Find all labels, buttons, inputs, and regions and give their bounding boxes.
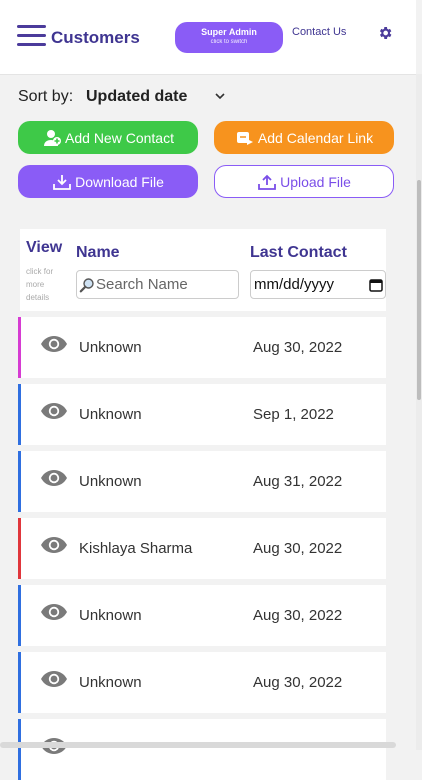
- vertical-scrollbar[interactable]: [416, 74, 422, 750]
- horizontal-scrollbar[interactable]: [0, 742, 396, 748]
- add-user-icon: [44, 129, 62, 146]
- column-header-last-contact[interactable]: Last Contact: [250, 244, 347, 262]
- search-name-input[interactable]: [95, 276, 236, 293]
- upload-file-button[interactable]: Upload File: [214, 165, 394, 198]
- view-details-eye-icon[interactable]: [40, 603, 68, 621]
- column-header-view: View: [26, 239, 63, 256]
- last-contact-date: Aug 30, 2022: [253, 540, 343, 557]
- column-header-name[interactable]: Name: [76, 244, 120, 262]
- hamburger-menu-icon[interactable]: [17, 25, 46, 47]
- search-name-field[interactable]: [76, 270, 239, 299]
- view-details-eye-icon[interactable]: [40, 536, 68, 554]
- view-details-eye-icon[interactable]: [40, 469, 68, 487]
- table-row[interactable]: Unknown Aug 31, 2022: [18, 451, 386, 512]
- customer-name: Unknown: [79, 339, 142, 356]
- table-row[interactable]: Unknown Sep 1, 2022: [18, 384, 386, 445]
- last-contact-date-filter[interactable]: mm/dd/yyyy: [250, 270, 386, 299]
- sort-label: Sort by:: [18, 88, 74, 105]
- customer-name: Unknown: [79, 406, 142, 423]
- date-filter-placeholder: mm/dd/yyyy: [254, 276, 335, 293]
- customer-name: Unknown: [79, 674, 142, 691]
- chevron-down-icon[interactable]: [214, 91, 226, 101]
- upload-icon: [258, 174, 276, 190]
- add-new-contact-label: Add New Contact: [65, 129, 174, 146]
- last-contact-date: Aug 30, 2022: [253, 674, 343, 691]
- customer-name: Unknown: [79, 473, 142, 490]
- view-details-eye-icon[interactable]: [40, 402, 68, 420]
- download-icon: [53, 174, 72, 190]
- gear-icon[interactable]: [377, 25, 393, 41]
- table-header: View click for more details Name Last Co…: [20, 229, 386, 311]
- vertical-scroll-thumb[interactable]: [417, 180, 421, 400]
- view-details-eye-icon[interactable]: [40, 670, 68, 688]
- add-calendar-link-label: Add Calendar Link: [257, 129, 374, 146]
- view-details-eye-icon[interactable]: [40, 335, 68, 353]
- role-hint: click to switch: [210, 39, 248, 45]
- sort-dropdown[interactable]: Updated date: [86, 88, 187, 106]
- role-label: Super Admin: [201, 27, 257, 37]
- table-row[interactable]: Unknown Aug 30, 2022: [18, 585, 386, 646]
- search-icon: [79, 277, 94, 292]
- calendar-icon[interactable]: [369, 278, 383, 292]
- last-contact-date: Aug 30, 2022: [253, 339, 343, 356]
- add-calendar-link-button[interactable]: Add Calendar Link: [214, 121, 394, 154]
- last-contact-date: Sep 1, 2022: [253, 406, 334, 423]
- customer-name: Unknown: [79, 607, 142, 624]
- top-header: Customers Super Admin click to switch Co…: [0, 0, 416, 75]
- last-contact-date: Aug 31, 2022: [253, 473, 343, 490]
- table-row[interactable]: Unknown Aug 30, 2022: [18, 317, 386, 378]
- add-new-contact-button[interactable]: Add New Contact: [18, 121, 198, 154]
- page-title: Customers: [51, 28, 140, 47]
- download-file-label: Download File: [75, 173, 164, 190]
- role-switch-button[interactable]: Super Admin click to switch: [175, 22, 283, 53]
- table-row[interactable]: Kishlaya Sharma Aug 30, 2022: [18, 518, 386, 579]
- contact-us-link[interactable]: Contact Us: [292, 26, 346, 38]
- calendar-link-icon: [236, 131, 253, 145]
- view-column-note: click for more details: [26, 267, 54, 302]
- download-file-button[interactable]: Download File: [18, 165, 198, 198]
- upload-file-label: Upload File: [280, 173, 351, 190]
- customer-name: Kishlaya Sharma: [79, 540, 193, 557]
- table-row[interactable]: Unknown Aug 30, 2022: [18, 652, 386, 713]
- last-contact-date: Aug 30, 2022: [253, 607, 343, 624]
